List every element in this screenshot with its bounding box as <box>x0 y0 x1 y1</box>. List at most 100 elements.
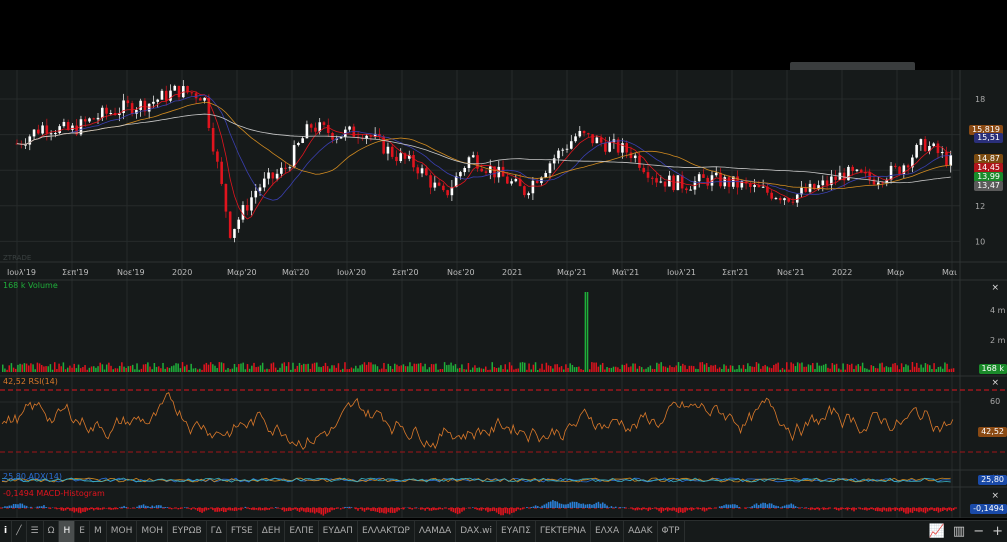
toolbar-symbol[interactable]: ΛΑΜΔΑ <box>415 521 456 542</box>
volume-bar <box>524 363 526 372</box>
candle-body <box>263 179 266 188</box>
toolbar-symbol[interactable]: FTSE <box>227 521 258 542</box>
macd-bar <box>145 506 147 508</box>
toolbar-symbol[interactable]: ΕΛΛΑΚΤΩΡ <box>358 521 415 542</box>
macd-bar <box>143 504 145 508</box>
volume-bar <box>264 369 266 372</box>
macd-bar <box>823 508 825 510</box>
volume-bar <box>732 366 734 372</box>
candle-body <box>310 124 313 127</box>
toolbar-symbol[interactable]: ΑΔΑΚ <box>624 521 657 542</box>
volume-bar <box>34 369 36 372</box>
toolbar-symbol[interactable]: ΓΕΚΤΕΡΝΑ <box>536 521 591 542</box>
candle-body <box>399 153 402 161</box>
zoom-out-icon[interactable]: − <box>973 524 984 539</box>
toolbar-symbol[interactable]: ΕΥΑΠΣ <box>497 521 536 542</box>
candle-body <box>67 122 70 130</box>
volume-bar <box>725 366 727 372</box>
macd-bar <box>80 508 82 513</box>
price-tick: 18 <box>975 95 985 104</box>
toolbar-symbol[interactable]: ΕΥΡΩΒ <box>168 521 207 542</box>
macd-bar <box>643 508 645 509</box>
volume-bar <box>104 370 106 372</box>
macd-bar <box>448 508 450 510</box>
macd-bar <box>933 508 935 511</box>
macd-bar <box>526 507 528 508</box>
macd-bar <box>927 508 929 512</box>
close-volume-icon[interactable]: × <box>991 283 999 293</box>
toolbar-symbol[interactable]: ΔΕΗ <box>258 521 286 542</box>
macd-bar <box>520 508 522 510</box>
volume-title: 168 k Volume <box>3 281 58 290</box>
chart-svg[interactable]: 18161210Ιουλ'19Σεπ'19Νοε'192020Μαρ'20Μαϊ… <box>0 70 1007 518</box>
macd-bar <box>279 508 281 509</box>
macd-bar <box>771 504 773 508</box>
candle-body <box>186 86 189 92</box>
macd-bar <box>795 506 797 508</box>
layers-icon[interactable]: ☰ <box>27 521 44 542</box>
volume-bar <box>463 369 465 372</box>
toolbar-symbol[interactable]: ΜΟΗ <box>137 521 168 542</box>
volume-bar <box>132 365 134 372</box>
toolbar-symbol[interactable]: ΕΛΧΑ <box>591 521 624 542</box>
volume-bar <box>929 365 931 372</box>
chart-area[interactable]: 18161210Ιουλ'19Σεπ'19Νοε'192020Μαρ'20Μαϊ… <box>0 70 1007 518</box>
volume-bar <box>669 365 671 372</box>
candle-body <box>28 136 31 144</box>
macd-bar <box>424 508 426 511</box>
volume-bar <box>901 363 903 372</box>
volume-bar <box>936 369 938 372</box>
macd-bar <box>355 508 357 509</box>
volume-bar <box>193 368 195 372</box>
volume-bar <box>695 369 697 372</box>
macd-bar <box>593 504 595 508</box>
volume-bar <box>663 366 665 372</box>
bar-chart-icon[interactable]: ▥ <box>953 524 965 539</box>
toolbar-symbol[interactable]: ΦΤΡ <box>658 521 685 542</box>
candle-body <box>770 193 773 199</box>
toolbar-symbol[interactable]: Ω <box>44 521 60 542</box>
x-tick: Μαϊ'20 <box>282 268 309 277</box>
zoom-in-icon[interactable]: + <box>992 524 1003 539</box>
toolbar-symbol[interactable]: ΕΥΔΑΠ <box>319 521 358 542</box>
volume-bar <box>671 367 673 372</box>
toolbar-symbol[interactable]: DAX.wi <box>456 521 497 542</box>
volume-bar <box>180 368 182 372</box>
toolbar-symbol[interactable]: ΓΔ <box>207 521 227 542</box>
close-rsi-icon[interactable]: × <box>991 378 999 388</box>
toolbar-symbol[interactable]: ΜΟΗ <box>107 521 138 542</box>
toolbar-symbol[interactable]: ΕΛΠΕ <box>285 521 318 542</box>
volume-bar <box>546 363 548 372</box>
volume-bar <box>615 367 617 372</box>
volume-bar <box>136 363 138 372</box>
macd-bar <box>394 508 396 513</box>
draw-line-icon[interactable]: ╱ <box>12 521 26 542</box>
candle-body <box>587 133 590 134</box>
toolbar-symbol[interactable]: Μ <box>90 521 107 542</box>
candle-body <box>301 138 304 143</box>
macd-bar <box>556 502 558 508</box>
candle-body <box>523 186 526 195</box>
toolbar-symbol[interactable]: Η <box>59 521 75 542</box>
macd-bar <box>559 503 561 508</box>
macd-bar <box>920 508 922 511</box>
macd-bar <box>788 505 790 508</box>
volume-bar <box>749 366 751 372</box>
volume-bar <box>288 362 290 372</box>
toolbar-symbol[interactable]: Ε <box>75 521 90 542</box>
volume-bar <box>160 368 162 372</box>
macd-bar <box>299 508 301 512</box>
info-icon[interactable]: i <box>0 521 12 542</box>
volume-bar <box>481 368 483 372</box>
chart-type-icon[interactable]: 📈 <box>929 524 945 539</box>
macd-bar <box>186 507 188 508</box>
volume-bar <box>455 364 457 372</box>
candle-body <box>37 130 40 134</box>
volume-bar <box>790 362 792 372</box>
volume-bar <box>184 366 186 372</box>
close-macd-icon[interactable]: × <box>991 491 999 501</box>
macd-bar <box>219 508 221 512</box>
volume-bar <box>17 365 19 372</box>
volume-bar <box>673 367 675 372</box>
macd-bar <box>236 508 238 511</box>
